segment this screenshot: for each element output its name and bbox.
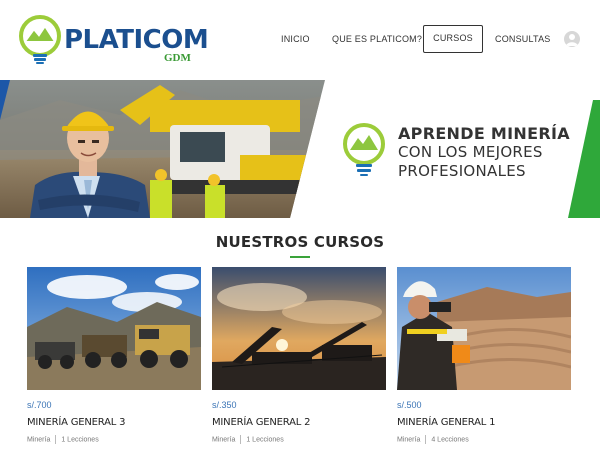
hero-line-1: APRENDE MINERÍA xyxy=(398,124,570,143)
course-lessons: 1 Lecciones xyxy=(61,436,99,444)
course-meta: Minería 1 Lecciones xyxy=(27,435,99,444)
course-category[interactable]: Minería xyxy=(397,436,420,443)
section-title: NUESTROS CURSOS xyxy=(215,233,385,251)
site-header: PLATICOM GDM INICIO QUE ES PLATICOM? CUR… xyxy=(0,0,600,80)
hero-line-2: CON LOS MEJORES xyxy=(398,143,543,161)
course-thumbnail[interactable] xyxy=(212,267,386,390)
course-thumbnail[interactable] xyxy=(397,267,571,390)
brand-subtitle: GDM xyxy=(164,52,191,64)
lightbulb-mountain-icon xyxy=(19,15,61,64)
course-category[interactable]: Minería xyxy=(212,436,235,443)
nav-inicio[interactable]: INICIO xyxy=(281,25,310,53)
course-price: s/.500 xyxy=(397,400,422,410)
nav-consultas[interactable]: CONSULTAS xyxy=(495,25,550,53)
hero-heading: APRENDE MINERÍA CON LOS MEJORES PROFESIO… xyxy=(398,124,570,181)
course-price: s/.700 xyxy=(27,400,52,410)
meta-divider xyxy=(425,435,427,444)
course-lessons: 1 Lecciones xyxy=(246,436,284,444)
brand-name: PLATICOM xyxy=(64,25,209,55)
platicom-logo[interactable]: PLATICOM GDM xyxy=(18,14,209,66)
nav-que-es-platicom[interactable]: QUE ES PLATICOM? xyxy=(332,25,422,53)
course-card[interactable]: s/.700 MINERÍA GENERAL 3 Minería 1 Leccio… xyxy=(27,267,201,447)
meta-divider xyxy=(55,435,57,444)
course-title[interactable]: MINERÍA GENERAL 2 xyxy=(212,417,310,428)
course-card[interactable]: s/.500 MINERÍA GENERAL 1 Minería 4 Leccio… xyxy=(397,267,571,447)
course-title[interactable]: MINERÍA GENERAL 1 xyxy=(397,417,495,428)
course-lessons: 4 Lecciones xyxy=(431,436,469,444)
nav-cursos[interactable]: CURSOS xyxy=(423,25,483,53)
course-meta: Minería 4 Lecciones xyxy=(397,435,469,444)
user-icon xyxy=(566,34,578,46)
hero-banner: APRENDE MINERÍA CON LOS MEJORES PROFESIO… xyxy=(0,80,600,218)
course-price: s/.350 xyxy=(212,400,237,410)
course-card[interactable]: s/.350 MINERÍA GENERAL 2 Minería 1 Leccio… xyxy=(212,267,386,447)
user-avatar[interactable] xyxy=(564,31,580,47)
course-category[interactable]: Minería xyxy=(27,436,50,443)
course-thumbnail[interactable] xyxy=(27,267,201,390)
hero-line-3: PROFESIONALES xyxy=(398,162,526,180)
meta-divider xyxy=(240,435,242,444)
course-meta: Minería 1 Lecciones xyxy=(212,435,284,444)
hero-lightbulb-icon xyxy=(343,123,385,176)
title-underline xyxy=(290,256,310,258)
course-title[interactable]: MINERÍA GENERAL 3 xyxy=(27,417,125,428)
